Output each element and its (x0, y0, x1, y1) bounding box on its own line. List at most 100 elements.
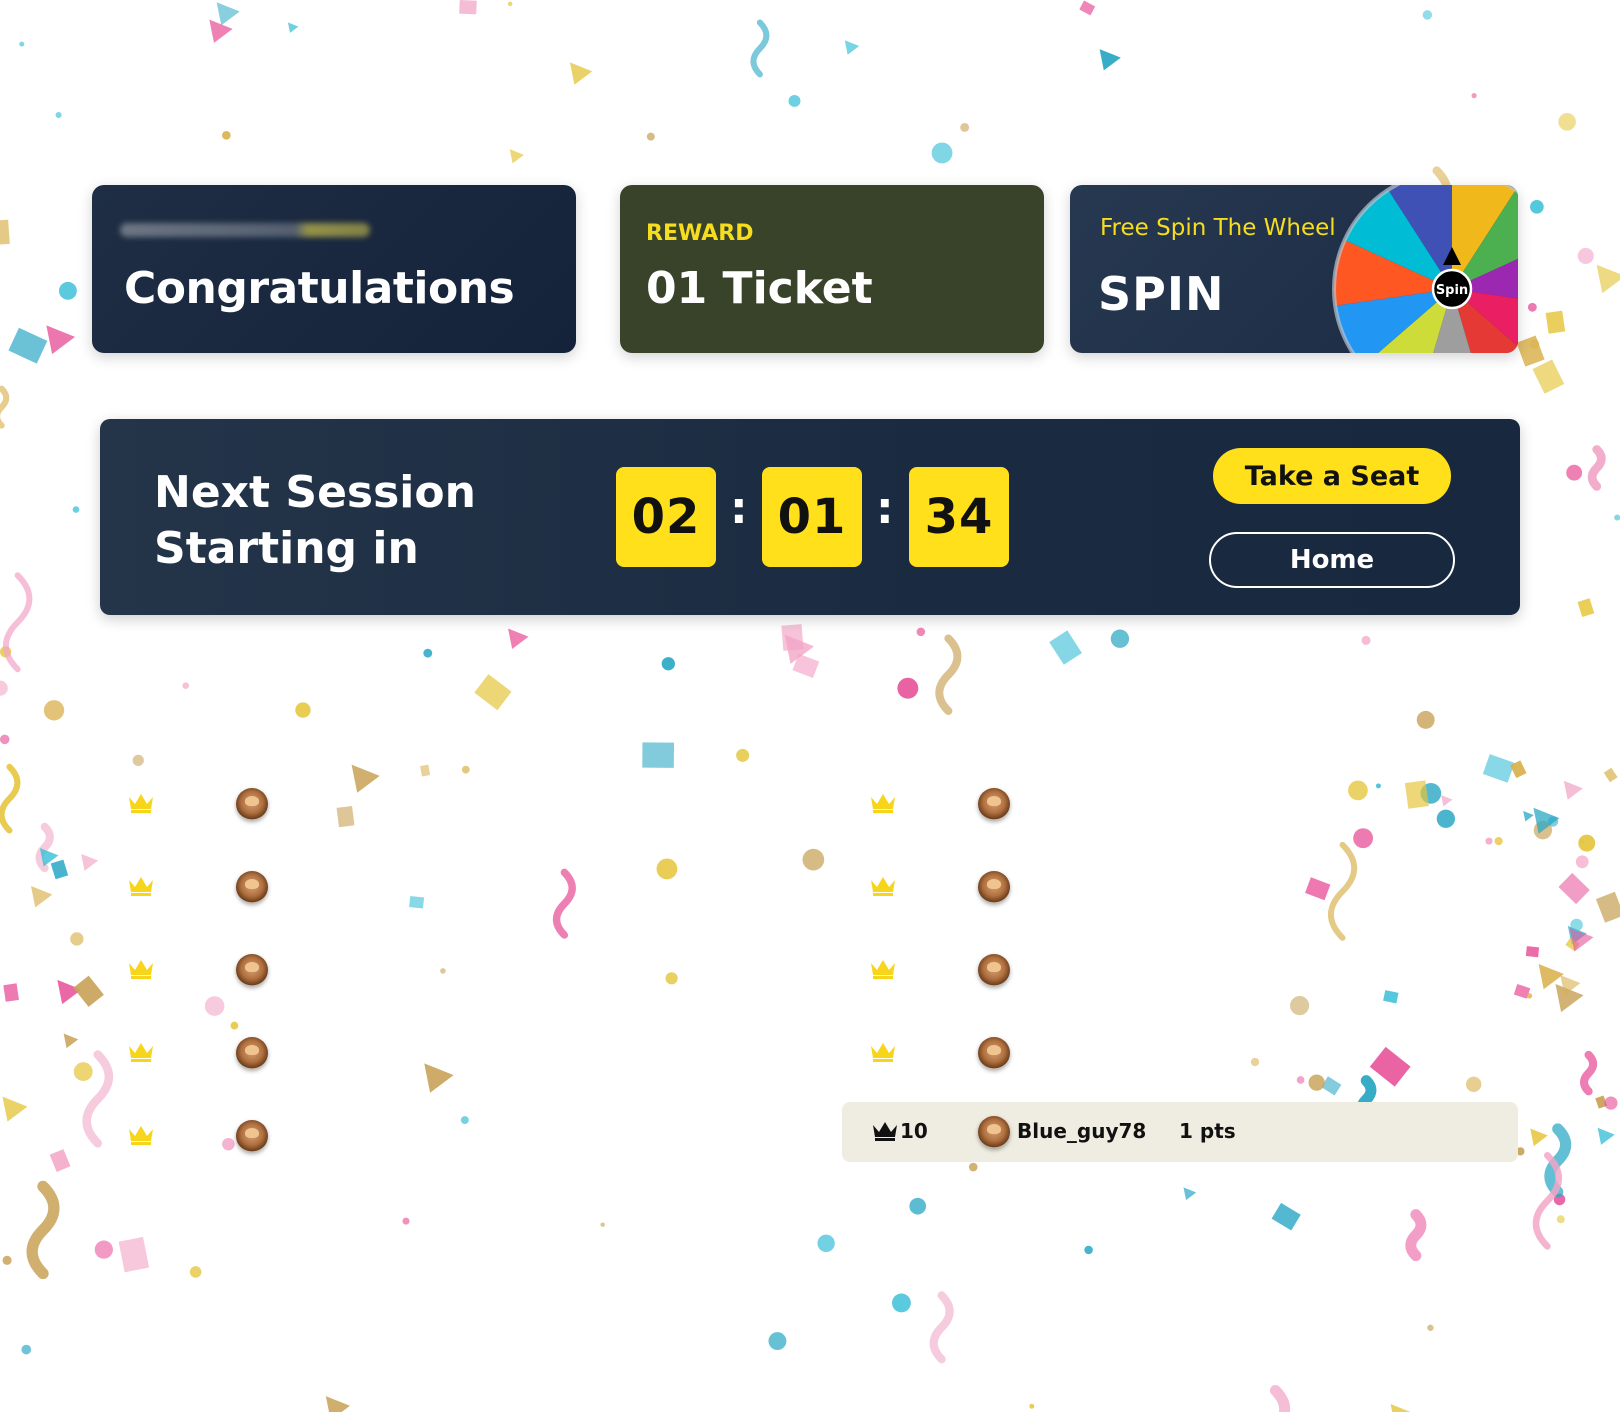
confetti-piece (118, 1236, 150, 1273)
confetti-piece (63, 1033, 79, 1049)
confetti-piece (1596, 264, 1620, 294)
confetti-piece (1566, 464, 1583, 481)
confetti-piece (70, 932, 84, 946)
confetti-piece (929, 1291, 954, 1364)
reward-card: REWARD 01 Ticket (620, 185, 1044, 353)
confetti-piece (1471, 93, 1477, 99)
confetti-piece (1465, 1076, 1482, 1093)
confetti-piece (736, 748, 750, 762)
confetti-piece (1614, 514, 1620, 521)
confetti-piece (1556, 1215, 1565, 1224)
confetti-piece (55, 111, 62, 119)
confetti-piece (1578, 834, 1596, 852)
confetti-piece (460, 1116, 469, 1125)
confetti-piece (802, 848, 825, 871)
confetti-piece (569, 62, 593, 85)
confetti-piece (1532, 359, 1565, 394)
current-user-points: 1 pts (1179, 1119, 1236, 1143)
confetti-piece (440, 968, 446, 974)
next-session-panel: Next Session Starting in 02 : 01 : 34 Ta… (100, 419, 1520, 615)
confetti-piece (1558, 113, 1576, 131)
confetti-piece (1327, 841, 1358, 941)
confetti-piece (1530, 199, 1544, 214)
congratulations-card: Congratulations (92, 185, 576, 353)
confetti-piece (768, 1332, 787, 1351)
confetti-piece (230, 1021, 239, 1030)
confetti-piece (420, 764, 431, 777)
confetti-piece (788, 94, 801, 107)
home-button[interactable]: Home (1209, 532, 1455, 588)
confetti-piece (909, 1197, 927, 1215)
confetti-piece (1390, 1404, 1411, 1412)
confetti-piece (409, 895, 425, 909)
current-user-row[interactable]: 10 Blue_guy78 1 pts (842, 1102, 1518, 1162)
confetti-piece (1575, 855, 1589, 869)
confetti-piece (402, 1217, 410, 1225)
session-title-line1: Next Session (154, 467, 476, 518)
confetti-piece (1579, 1050, 1598, 1096)
congratulations-title: Congratulations (124, 263, 515, 314)
spin-title: SPIN (1098, 267, 1225, 321)
confetti-piece (204, 996, 225, 1016)
confetti-piece (72, 506, 80, 513)
confetti-piece (1525, 946, 1540, 958)
timer-seconds: 34 (909, 467, 1009, 567)
confetti-piece (1516, 335, 1545, 367)
spin-wheel-card[interactable]: Free Spin The Wheel SPIN Spin (1070, 185, 1518, 353)
confetti-piece (459, 0, 477, 15)
confetti-piece (931, 142, 953, 164)
spin-wheel-icon[interactable]: Spin (1332, 185, 1518, 353)
confetti-piece (916, 627, 926, 637)
confetti-piece (960, 122, 970, 132)
confetti-piece (182, 682, 190, 690)
confetti-piece (507, 1, 513, 7)
confetti-piece (474, 674, 512, 711)
confetti-piece (844, 40, 860, 55)
confetti-piece (43, 700, 65, 721)
confetti-piece (968, 1162, 978, 1172)
crown-icon (873, 1122, 897, 1141)
confetti-piece (0, 385, 10, 429)
take-a-seat-button[interactable]: Take a Seat (1213, 448, 1451, 504)
confetti-piece (1416, 710, 1435, 729)
confetti-piece (1305, 877, 1331, 901)
timer-separator: : (876, 483, 894, 534)
reward-value: 01 Ticket (646, 263, 873, 314)
blurred-subtitle (120, 223, 370, 237)
confetti-piece (73, 1062, 93, 1082)
confetti-piece (891, 1293, 911, 1313)
session-title: Next Session Starting in (154, 465, 554, 577)
confetti-piece (1183, 1187, 1197, 1201)
confetti-piece (49, 1149, 71, 1172)
confetti-piece (1271, 1202, 1301, 1231)
confetti-piece (1545, 310, 1566, 334)
confetti-piece (423, 648, 433, 658)
confetti-piece (189, 1266, 202, 1278)
confetti-piece (1538, 963, 1564, 990)
confetti-piece (1530, 1128, 1548, 1147)
confetti-piece (46, 325, 76, 355)
confetti-piece (1110, 629, 1130, 648)
confetti-piece (646, 132, 655, 141)
confetti-piece (351, 764, 380, 793)
confetti-piece (1383, 990, 1399, 1004)
confetti-piece (1049, 630, 1082, 665)
confetti-piece (1577, 247, 1594, 264)
timer-minutes: 01 (762, 467, 862, 567)
confetti-piece (750, 19, 770, 78)
confetti-piece (508, 628, 529, 650)
confetti-piece (1290, 996, 1310, 1016)
confetti-piece (461, 765, 470, 774)
confetti-piece (1296, 1076, 1305, 1084)
confetti-piece (81, 853, 99, 871)
confetti-piece (1577, 598, 1595, 618)
wheel-center-label: Spin (1436, 283, 1468, 298)
spin-subtitle: Free Spin The Wheel (1100, 215, 1336, 241)
confetti-piece (216, 2, 240, 26)
confetti-piece (0, 219, 10, 246)
confetti-piece (295, 702, 311, 718)
confetti-piece (8, 327, 48, 364)
confetti-piece (817, 1234, 835, 1252)
confetti-piece (1595, 891, 1620, 923)
confetti-piece (1361, 635, 1371, 645)
